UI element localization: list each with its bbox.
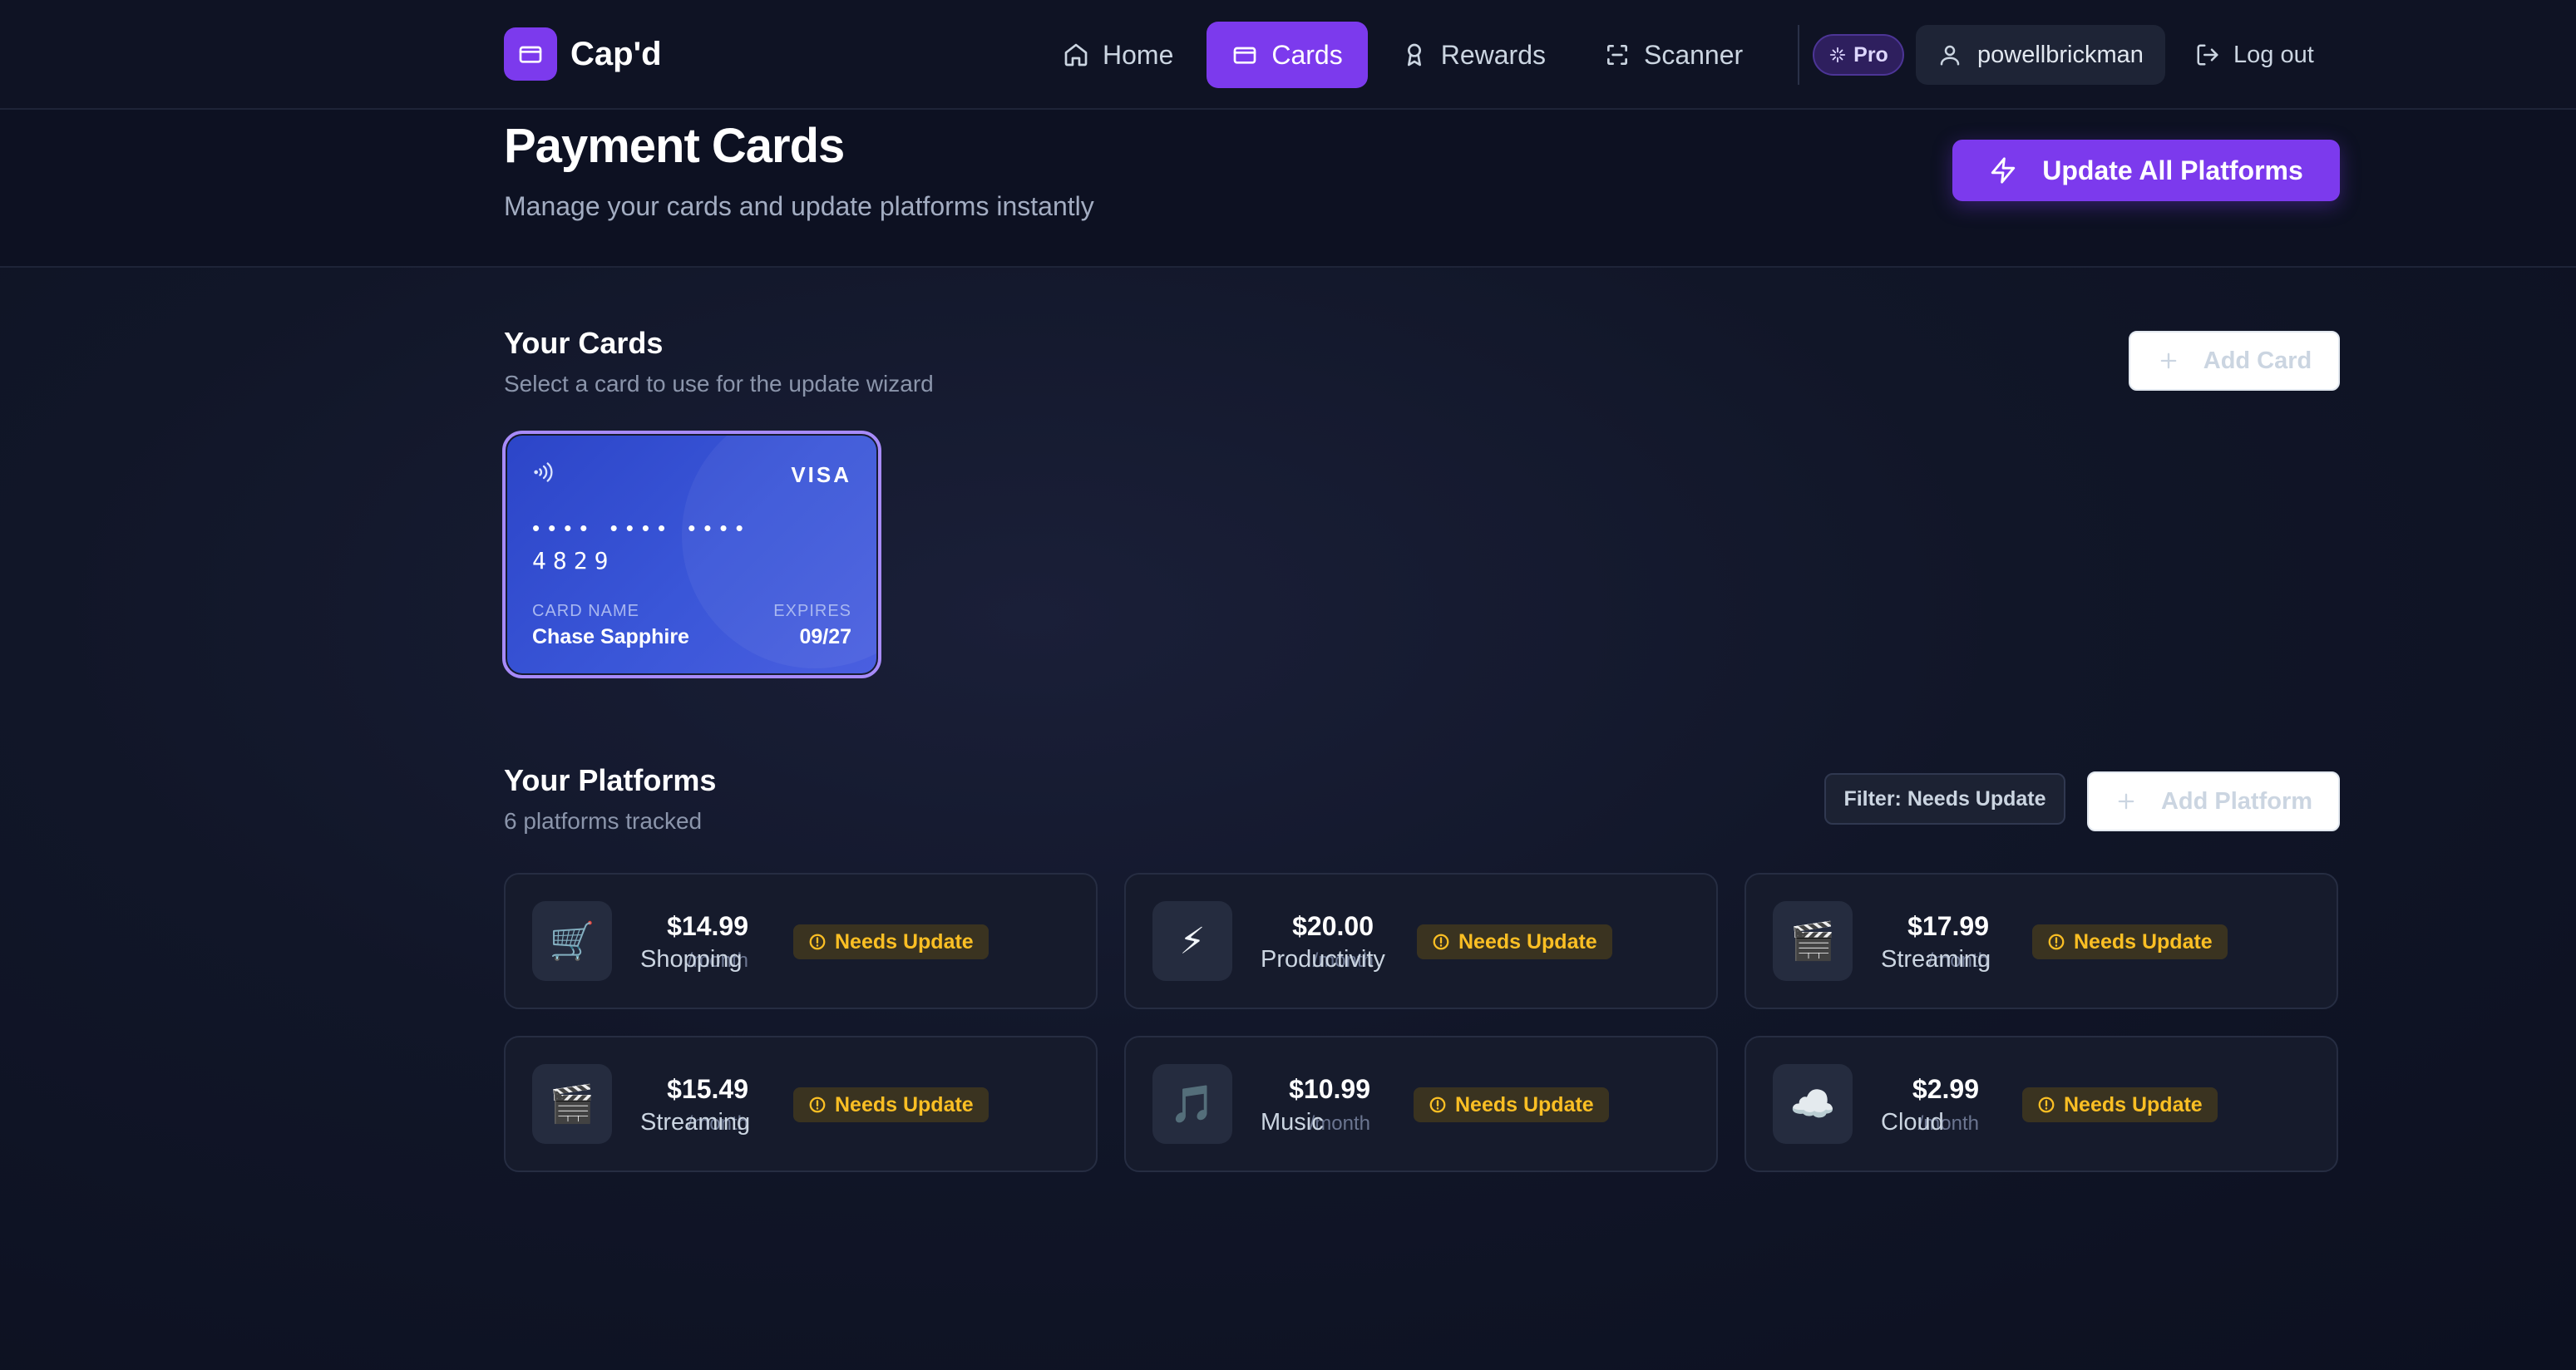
add-card-label: Add Card <box>2203 347 2312 374</box>
nav-divider <box>1798 25 1799 85</box>
status-badge: Needs Update <box>1417 924 1612 959</box>
page-subtitle: Manage your cards and update platforms i… <box>504 191 1094 221</box>
card-last4: 4829 <box>532 547 615 574</box>
platform-category: Productivity <box>1261 946 1385 973</box>
platform-category: Music <box>1261 1109 1324 1136</box>
nav-home-label: Home <box>1103 39 1174 70</box>
card-expiry: 09/27 <box>799 625 851 648</box>
sparkle-icon <box>1829 47 1846 63</box>
alert-circle-icon <box>1433 934 1449 950</box>
nav-cards-label: Cards <box>1271 39 1343 70</box>
nav-links: Home Cards Rewards Scanner <box>1038 22 1776 88</box>
add-platform-button[interactable]: Add Platform <box>2087 771 2340 831</box>
brand-name: Cap'd <box>570 35 662 72</box>
platform-category: Cloud <box>1881 1109 1944 1136</box>
card-icon <box>1234 47 1256 64</box>
status-label: Needs Update <box>835 1092 974 1116</box>
filter-needs-update[interactable]: Filter: Needs Update <box>1824 773 2065 825</box>
plus-icon <box>2118 793 2134 810</box>
pro-badge-label: Pro <box>1853 42 1888 67</box>
platform-card[interactable]: 🛒 $14.99 /month Shopping Needs Update <box>504 873 1098 1009</box>
top-nav: Cap'd Home Cards Rewards Scanner Pro pow… <box>0 0 2576 110</box>
platform-card[interactable]: ☁️ $2.99 /month Cloud Needs Update <box>1744 1036 2338 1172</box>
nav-cards[interactable]: Cards <box>1207 22 1368 88</box>
status-badge: Needs Update <box>793 1087 989 1122</box>
status-badge: Needs Update <box>793 924 989 959</box>
status-label: Needs Update <box>2064 1092 2203 1116</box>
status-label: Needs Update <box>835 929 974 954</box>
status-label: Needs Update <box>2074 929 2213 954</box>
nav-home[interactable]: Home <box>1038 22 1198 88</box>
music-note-icon: 🎵 <box>1152 1064 1232 1144</box>
alert-circle-icon <box>1429 1096 1446 1113</box>
card-masked-number: •••• •••• •••• <box>532 515 752 540</box>
cloud-icon: ☁️ <box>1773 1064 1853 1144</box>
bolt-icon <box>1991 157 2016 184</box>
user-menu[interactable]: powellbrickman <box>1916 25 2165 85</box>
alert-circle-icon <box>809 1096 826 1113</box>
status-badge: Needs Update <box>2022 1087 2218 1122</box>
page-header: Payment Cards Manage your cards and upda… <box>0 110 2576 268</box>
status-label: Needs Update <box>1458 929 1597 954</box>
platform-price: $15.49 <box>667 1074 748 1104</box>
award-icon <box>1407 43 1421 67</box>
nav-scanner-label: Scanner <box>1643 39 1744 70</box>
nav-scanner[interactable]: Scanner <box>1579 22 1768 88</box>
lightning-icon: ⚡ <box>1152 901 1232 981</box>
platform-card[interactable]: 🎬 $17.99 /month Streaming Needs Update <box>1744 873 2338 1009</box>
scan-icon <box>1606 45 1627 65</box>
cards-section-subtitle: Select a card to use for the update wiza… <box>504 371 934 397</box>
cards-section-title: Your Cards <box>504 326 664 360</box>
platforms-section-title: Your Platforms <box>504 763 717 797</box>
nav-rewards-label: Rewards <box>1440 39 1546 70</box>
card-brand: VISA <box>791 462 851 487</box>
username: powellbrickman <box>1977 41 2144 68</box>
add-platform-label: Add Platform <box>2160 787 2313 815</box>
platform-category: Streaming <box>640 1109 751 1136</box>
nav-rewards[interactable]: Rewards <box>1376 22 1571 88</box>
plus-icon <box>2160 352 2177 369</box>
status-label: Needs Update <box>1455 1092 1594 1116</box>
alert-circle-icon <box>2038 1096 2055 1113</box>
update-all-platforms-button[interactable]: Update All Platforms <box>1952 140 2340 201</box>
alert-circle-icon <box>809 934 826 950</box>
pro-badge: Pro <box>1813 34 1904 76</box>
clapperboard-icon: 🎬 <box>532 1064 612 1144</box>
user-icon <box>1940 45 1960 66</box>
platform-card[interactable]: 🎬 $15.49 /month Streaming Needs Update <box>504 1036 1098 1172</box>
clapperboard-icon: 🎬 <box>1773 901 1853 981</box>
update-all-label: Update All Platforms <box>2042 155 2303 185</box>
status-badge: Needs Update <box>1414 1087 1609 1122</box>
card-name-label: CARD NAME <box>532 602 640 620</box>
page-title: Payment Cards <box>504 119 845 173</box>
logout-icon <box>2197 44 2218 66</box>
platforms-section-subtitle: 6 platforms tracked <box>504 808 703 834</box>
logout-button[interactable]: Log out <box>2195 25 2314 85</box>
home-icon <box>1064 43 1088 67</box>
platform-price: $17.99 <box>1907 911 1989 941</box>
credit-card[interactable]: VISA •••• •••• •••• 4829 CARD NAME Chase… <box>507 436 876 673</box>
platform-category: Shopping <box>640 946 743 973</box>
contactless-icon <box>534 462 553 482</box>
platform-price: $20.00 <box>1292 911 1374 941</box>
platform-category: Streaming <box>1881 946 1991 973</box>
platform-price: $14.99 <box>667 911 748 941</box>
card-expires-label: EXPIRES <box>773 602 851 620</box>
selected-card-frame[interactable]: VISA •••• •••• •••• 4829 CARD NAME Chase… <box>502 431 881 678</box>
card-name: Chase Sapphire <box>532 625 689 648</box>
alert-circle-icon <box>2048 934 2065 950</box>
platform-price: $10.99 <box>1289 1074 1370 1104</box>
brand[interactable]: Cap'd <box>504 27 662 81</box>
logout-label: Log out <box>2233 41 2314 68</box>
shopping-cart-icon: 🛒 <box>532 901 612 981</box>
add-card-button[interactable]: Add Card <box>2129 331 2340 391</box>
platform-card[interactable]: 🎵 $10.99 /month Music Needs Update <box>1124 1036 1718 1172</box>
platform-card[interactable]: ⚡ $20.00 /month Productivity Needs Updat… <box>1124 873 1718 1009</box>
status-badge: Needs Update <box>2032 924 2228 959</box>
brand-card-icon <box>504 27 557 81</box>
platform-price: $2.99 <box>1912 1074 1979 1104</box>
